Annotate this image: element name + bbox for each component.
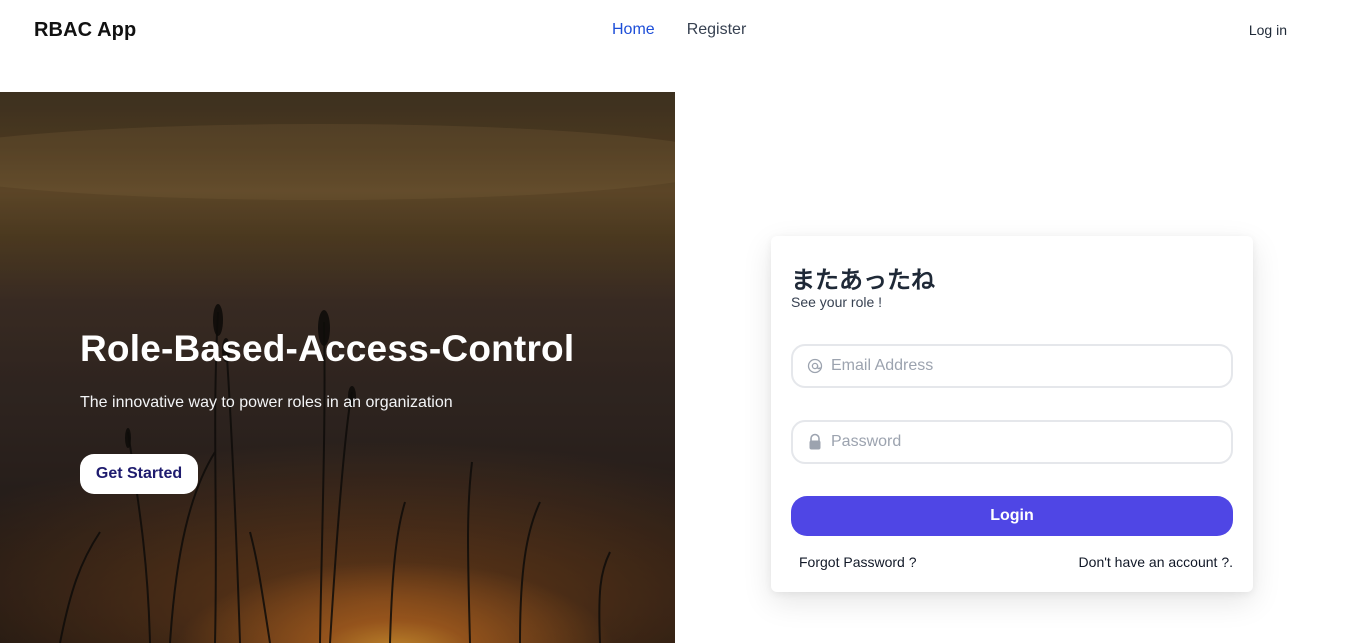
login-button[interactable]: Login <box>791 496 1233 536</box>
register-account-link[interactable]: Don't have an account ?. <box>1079 554 1233 570</box>
login-card: またあったね See your role ! Login Forgot Pass… <box>771 236 1253 592</box>
lock-icon <box>807 433 823 451</box>
brand-logo[interactable]: RBAC App <box>34 19 136 42</box>
nav-home-link[interactable]: Home <box>612 21 655 39</box>
login-card-title: またあったね <box>791 266 935 294</box>
top-navbar: RBAC App Home Register Log in <box>0 0 1349 64</box>
forgot-password-link[interactable]: Forgot Password ? <box>799 554 917 570</box>
at-icon <box>807 357 823 375</box>
hero-title: Role-Based-Access-Control <box>80 328 575 369</box>
password-input[interactable] <box>831 422 1221 462</box>
main-nav: Home Register <box>612 21 746 39</box>
get-started-button[interactable]: Get Started <box>80 454 198 494</box>
hero-section: Role-Based-Access-Control The innovative… <box>0 92 675 643</box>
hero-subtitle: The innovative way to power roles in an … <box>80 394 453 411</box>
nav-register-link[interactable]: Register <box>687 21 747 39</box>
nav-login-link[interactable]: Log in <box>1249 22 1287 38</box>
login-card-subtitle: See your role ! <box>791 294 883 310</box>
email-input[interactable] <box>831 346 1221 386</box>
email-field-wrapper <box>791 344 1233 388</box>
password-field-wrapper <box>791 420 1233 464</box>
